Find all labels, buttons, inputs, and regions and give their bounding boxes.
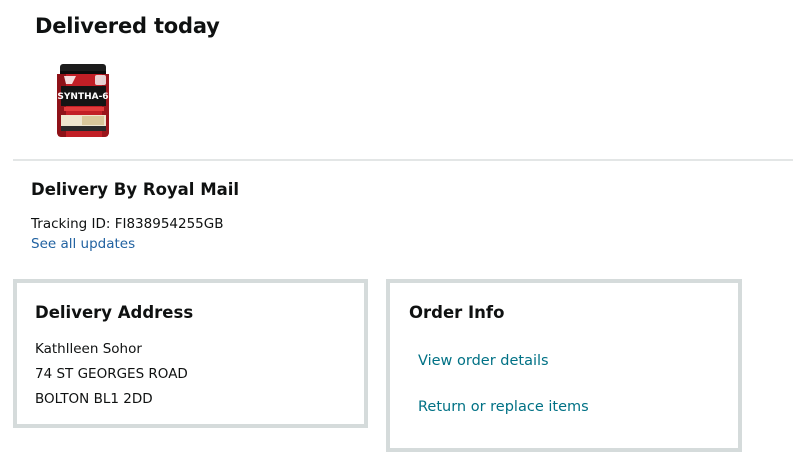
section-divider	[13, 159, 793, 161]
delivery-address-title: Delivery Address	[35, 303, 194, 322]
delivery-status-title: Delivered today	[35, 14, 220, 38]
tracking-label: Tracking ID:	[31, 216, 115, 232]
delivery-address-card: Delivery Address Kathlleen Sohor 74 ST G…	[13, 279, 368, 428]
address-city-postcode: BOLTON BL1 2DD	[35, 391, 153, 407]
order-info-card: Order Info View order details Return or …	[386, 279, 742, 452]
tracking-id: FI838954255GB	[114, 216, 224, 232]
see-all-updates-link[interactable]: See all updates	[31, 236, 135, 252]
protein-tub-icon: SYNTHA-6	[57, 64, 109, 137]
carrier-title: Delivery By Royal Mail	[31, 180, 240, 199]
view-order-details-link[interactable]: View order details	[418, 353, 549, 369]
tracking-line: Tracking ID: FI838954255GB	[31, 216, 224, 232]
address-name: Kathlleen Sohor	[35, 341, 142, 357]
product-image[interactable]: SYNTHA-6	[52, 60, 114, 140]
address-street: 74 ST GEORGES ROAD	[35, 366, 188, 382]
product-brand-text: SYNTHA-6	[57, 92, 108, 102]
return-or-replace-items-link[interactable]: Return or replace items	[418, 399, 589, 415]
order-info-title: Order Info	[409, 303, 505, 322]
